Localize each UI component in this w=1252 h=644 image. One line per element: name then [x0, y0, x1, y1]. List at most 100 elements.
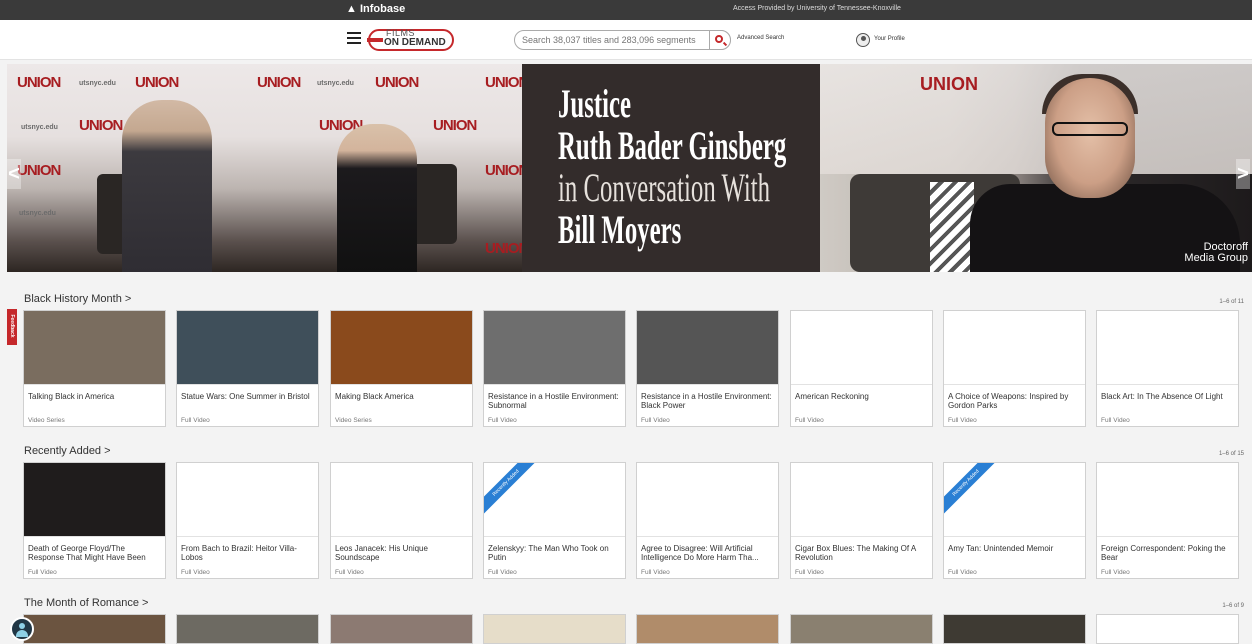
video-card[interactable]: [483, 614, 626, 644]
video-type: Full Video: [795, 417, 824, 424]
speaker-figure: [122, 100, 212, 272]
video-title[interactable]: Zelenskyy: The Man Who Took on Putin: [488, 544, 622, 562]
video-title[interactable]: Black Art: In The Absence Of Light: [1101, 392, 1235, 401]
feedback-tab[interactable]: Feedback: [7, 309, 17, 345]
menu-icon[interactable]: [347, 32, 361, 44]
video-card[interactable]: Talking Black in America Video Series: [23, 310, 166, 427]
video-thumbnail[interactable]: [791, 463, 932, 537]
video-thumbnail[interactable]: [331, 463, 472, 537]
video-title[interactable]: Resistance in a Hostile Environment: Sub…: [488, 392, 622, 410]
top-bar: ▲ Infobase Access Provided by University…: [0, 0, 1252, 20]
video-thumbnail[interactable]: [1097, 463, 1238, 537]
video-thumbnail[interactable]: [484, 615, 625, 643]
video-card[interactable]: Resistance in a Hostile Environment: Bla…: [636, 310, 779, 427]
video-type: Full Video: [948, 417, 977, 424]
video-card[interactable]: [943, 614, 1086, 644]
search-button[interactable]: [709, 30, 731, 50]
video-card[interactable]: Black Art: In The Absence Of Light Full V…: [1096, 310, 1239, 427]
video-card[interactable]: Leos Janacek: His Unique Soundscape Full …: [330, 462, 473, 579]
banner-next-button[interactable]: >: [1236, 159, 1250, 189]
video-thumbnail[interactable]: [331, 311, 472, 385]
video-type: Full Video: [335, 569, 364, 576]
section-count: 1–6 of 9: [1222, 603, 1244, 609]
video-card[interactable]: A Choice of Weapons: Inspired by Gordon …: [943, 310, 1086, 427]
banner-title-line-2: Ruth Bader Ginsberg: [558, 123, 787, 168]
video-card[interactable]: Making Black America Video Series: [330, 310, 473, 427]
video-title[interactable]: Amy Tan: Unintended Memoir: [948, 544, 1082, 553]
advanced-search-link[interactable]: Advanced Search: [737, 35, 784, 41]
video-card[interactable]: Recently Added Zelenskyy: The Man Who Too…: [483, 462, 626, 579]
hero-banner[interactable]: UNION utsnyc.edu UNION UNION utsnyc.edu …: [7, 64, 1252, 272]
video-card[interactable]: Statue Wars: One Summer in Bristol Full V…: [176, 310, 319, 427]
video-thumbnail[interactable]: Recently Added: [944, 463, 1085, 537]
video-thumbnail[interactable]: [177, 463, 318, 537]
video-thumbnail[interactable]: [331, 615, 472, 643]
section-title[interactable]: The Month of Romance >: [24, 597, 148, 609]
video-card[interactable]: American Reckoning Full Video: [790, 310, 933, 427]
video-type: Full Video: [28, 569, 57, 576]
video-card[interactable]: [636, 614, 779, 644]
banner-credit: Doctoroff Media Group: [1184, 241, 1248, 264]
video-card[interactable]: [176, 614, 319, 644]
banner-prev-button[interactable]: <: [7, 159, 21, 189]
search-icon: [715, 35, 723, 43]
video-thumbnail[interactable]: [944, 615, 1085, 643]
video-thumbnail[interactable]: [944, 311, 1085, 385]
video-title[interactable]: A Choice of Weapons: Inspired by Gordon …: [948, 392, 1082, 410]
video-card[interactable]: [1096, 614, 1239, 644]
video-thumbnail[interactable]: [791, 311, 932, 385]
films-on-demand-logo[interactable]: FILMS ON DEMAND: [367, 28, 454, 51]
video-type: Full Video: [181, 569, 210, 576]
video-title[interactable]: Agree to Disagree: Will Artificial Intel…: [641, 544, 775, 562]
video-thumbnail[interactable]: [177, 615, 318, 643]
video-type: Full Video: [181, 417, 210, 424]
video-type: Full Video: [641, 417, 670, 424]
video-title[interactable]: From Bach to Brazil: Heitor Villa-Lobos: [181, 544, 315, 562]
video-thumbnail[interactable]: [637, 311, 778, 385]
video-type: Full Video: [1101, 417, 1130, 424]
video-type: Full Video: [948, 569, 977, 576]
video-type: Video Series: [28, 417, 65, 424]
video-card[interactable]: [790, 614, 933, 644]
video-card[interactable]: Cigar Box Blues: The Making Of A Revolut…: [790, 462, 933, 579]
infobase-brand[interactable]: ▲ Infobase: [346, 3, 405, 15]
video-title[interactable]: Making Black America: [335, 392, 469, 401]
video-thumbnail[interactable]: [637, 615, 778, 643]
video-thumbnail[interactable]: [791, 615, 932, 643]
section-title[interactable]: Recently Added >: [24, 445, 111, 457]
video-card[interactable]: [330, 614, 473, 644]
video-card[interactable]: Resistance in a Hostile Environment: Sub…: [483, 310, 626, 427]
video-card[interactable]: Death of George Floyd/The Response That …: [23, 462, 166, 579]
video-thumbnail[interactable]: [24, 615, 165, 643]
video-card[interactable]: Recently Added Amy Tan: Unintended Memoir…: [943, 462, 1086, 579]
video-card[interactable]: [23, 614, 166, 644]
video-thumbnail[interactable]: [24, 463, 165, 537]
video-title[interactable]: Leos Janacek: His Unique Soundscape: [335, 544, 469, 562]
video-thumbnail[interactable]: Recently Added: [484, 463, 625, 537]
video-thumbnail[interactable]: [1097, 311, 1238, 385]
video-card[interactable]: Foreign Correspondent: Poking the Bear Fu…: [1096, 462, 1239, 579]
section-title[interactable]: Black History Month >: [24, 293, 131, 305]
profile-button[interactable]: Your Profile: [856, 31, 916, 49]
video-thumbnail[interactable]: [1097, 615, 1238, 643]
video-thumbnail[interactable]: [484, 311, 625, 385]
video-thumbnail[interactable]: [177, 311, 318, 385]
video-title[interactable]: Death of George Floyd/The Response That …: [28, 544, 162, 562]
video-title[interactable]: Statue Wars: One Summer in Bristol: [181, 392, 315, 401]
video-card[interactable]: Agree to Disagree: Will Artificial Intel…: [636, 462, 779, 579]
user-icon: [856, 33, 870, 47]
search-box: [514, 30, 731, 50]
logo-arrow: [367, 38, 383, 42]
access-provider-text: Access Provided by University of Tenness…: [733, 5, 901, 12]
video-title[interactable]: Foreign Correspondent: Poking the Bear: [1101, 544, 1235, 562]
video-title[interactable]: Cigar Box Blues: The Making Of A Revolut…: [795, 544, 929, 562]
help-assistant-icon[interactable]: [10, 617, 34, 641]
video-title[interactable]: Talking Black in America: [28, 392, 162, 401]
video-thumbnail[interactable]: [637, 463, 778, 537]
video-title[interactable]: Resistance in a Hostile Environment: Bla…: [641, 392, 775, 410]
video-title[interactable]: American Reckoning: [795, 392, 929, 401]
video-card[interactable]: From Bach to Brazil: Heitor Villa-Lobos F…: [176, 462, 319, 579]
video-thumbnail[interactable]: [24, 311, 165, 385]
video-type: Full Video: [1101, 569, 1130, 576]
search-input[interactable]: [522, 33, 704, 47]
